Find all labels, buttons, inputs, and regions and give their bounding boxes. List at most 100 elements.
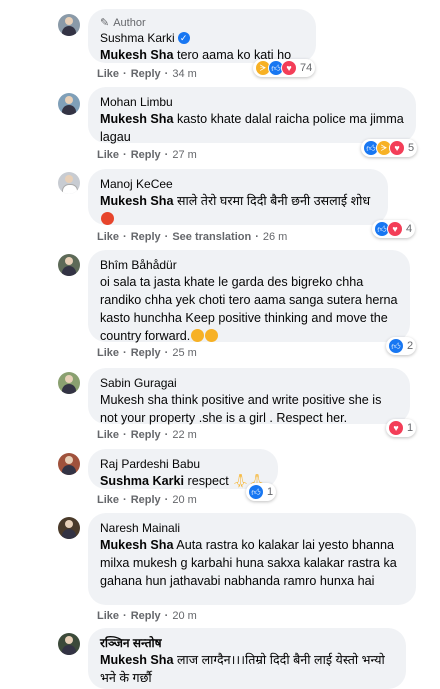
avatar[interactable] — [58, 93, 80, 115]
commenter-name-text[interactable]: Sabin Guragai — [100, 375, 177, 391]
avatar[interactable] — [58, 254, 80, 276]
avatar[interactable] — [58, 517, 80, 539]
commenter-name-text[interactable]: Naresh Mainali — [100, 520, 180, 536]
timestamp[interactable]: 34 m — [172, 68, 196, 80]
comment-text: Mukesh Sha लाज लाग्दैन।।।तिम्रो दिदी बैन… — [100, 651, 394, 687]
timestamp[interactable]: 26 m — [263, 231, 287, 243]
comment-text: Mukesh Sha Auta rastra ko kalakar lai ye… — [100, 536, 404, 590]
mention-link[interactable]: Mukesh Sha — [100, 538, 173, 552]
reaction-summary[interactable]: ♥ 1 — [386, 419, 417, 437]
comment-bubble: Manoj KeCee Mukesh Sha साले तेरो घरमा दि… — [88, 169, 388, 225]
comment-body: Mukesh sha think positive and write posi… — [100, 393, 382, 425]
mention-link[interactable]: Mukesh Sha — [100, 194, 173, 208]
comment-actions: Like · Reply · See translation · 26 m — [97, 231, 288, 243]
commenter-name[interactable]: Sabin Guragai — [100, 375, 398, 391]
comment-bubble: Sabin Guragai Mukesh sha think positive … — [88, 368, 410, 427]
avatar[interactable] — [58, 14, 80, 36]
commenter-name-text[interactable]: Raj Pardeshi Babu — [100, 456, 200, 472]
commenter-name[interactable]: Sushma Karki ✓ — [100, 30, 304, 46]
reply-button[interactable]: Reply — [131, 429, 161, 441]
angry-face-emoji — [101, 212, 114, 225]
comment-bubble: रञ्जिन सन्तोष Mukesh Sha लाज लाग्दैन।।।त… — [88, 628, 406, 689]
crying-face-emoji — [205, 329, 219, 342]
comment-body: oi sala ta jasta khate le garda des bigr… — [100, 275, 398, 343]
like-icon: 👍︎ — [388, 338, 404, 354]
mention-link[interactable]: Mukesh Sha — [100, 653, 173, 667]
avatar[interactable] — [58, 172, 80, 194]
reply-button[interactable]: Reply — [131, 68, 161, 80]
reaction-count: 1 — [407, 422, 414, 434]
comment-body: respect — [184, 474, 233, 488]
reply-button[interactable]: Reply — [131, 610, 161, 622]
reaction-summary[interactable]: ᗒ 👍︎ ♥ 74 — [253, 59, 316, 77]
comment-text: Mukesh sha think positive and write posi… — [100, 391, 398, 427]
commenter-name-text[interactable]: Sushma Karki — [100, 30, 175, 46]
comment-bubble: Bhîm Båhådür oi sala ta jasta khate le g… — [88, 250, 410, 345]
comment-actions: Like · Reply · 22 m — [97, 429, 197, 441]
comment-text: Mukesh Sha साले तेरो घरमा दिदी बैनी छनी … — [100, 192, 376, 228]
avatar[interactable] — [58, 633, 80, 655]
commenter-name[interactable]: रञ्जिन सन्तोष — [100, 635, 394, 651]
comment-actions: Like · Reply · 25 m — [97, 347, 197, 359]
commenter-name[interactable]: Naresh Mainali — [100, 520, 404, 536]
author-badge-label: Author — [113, 16, 146, 29]
love-icon: ♥ — [389, 140, 405, 156]
reaction-count: 2 — [407, 340, 414, 352]
mention-link[interactable]: Mukesh Sha — [100, 48, 173, 62]
timestamp[interactable]: 27 m — [172, 149, 196, 161]
reaction-count: 1 — [267, 486, 274, 498]
crying-face-emoji — [191, 329, 205, 342]
like-button[interactable]: Like — [97, 429, 119, 441]
timestamp[interactable]: 20 m — [172, 610, 196, 622]
comment-bubble: Mohan Limbu Mukesh Sha kasto khate dalal… — [88, 87, 416, 146]
reply-button[interactable]: Reply — [131, 231, 161, 243]
avatar[interactable] — [58, 453, 80, 475]
comment-text: oi sala ta jasta khate le garda des bigr… — [100, 273, 398, 345]
reaction-summary[interactable]: 👍︎ 2 — [386, 337, 417, 355]
comment-text: Mukesh Sha kasto khate dalal raicha poli… — [100, 110, 404, 146]
commenter-name[interactable]: Bhîm Båhådür — [100, 257, 398, 273]
reaction-count: 4 — [406, 223, 413, 235]
reaction-summary[interactable]: 👍︎ ᗒ ♥ 5 — [361, 139, 418, 157]
like-button[interactable]: Like — [97, 68, 119, 80]
pencil-icon: ✎ — [100, 17, 110, 29]
timestamp[interactable]: 25 m — [172, 347, 196, 359]
commenter-name-text[interactable]: Mohan Limbu — [100, 94, 173, 110]
love-icon: ♥ — [387, 221, 403, 237]
avatar[interactable] — [58, 372, 80, 394]
reply-button[interactable]: Reply — [131, 494, 161, 506]
comment-bubble: Raj Pardeshi Babu Sushma Karki respect 🙏… — [88, 449, 278, 489]
timestamp[interactable]: 22 m — [172, 429, 196, 441]
comment-actions: Like · Reply · 34 m — [97, 68, 197, 80]
timestamp[interactable]: 20 m — [172, 494, 196, 506]
comment-bubble: ✎ Author Sushma Karki ✓ Mukesh Sha tero … — [88, 9, 316, 63]
mention-link[interactable]: Mukesh Sha — [100, 112, 173, 126]
love-icon: ♥ — [388, 420, 404, 436]
like-button[interactable]: Like — [97, 610, 119, 622]
commenter-name[interactable]: Manoj KeCee — [100, 176, 376, 192]
verified-check-icon: ✓ — [177, 32, 190, 44]
comment-actions: Like · Reply · 20 m — [97, 610, 197, 622]
reaction-count: 74 — [300, 62, 313, 74]
reply-button[interactable]: Reply — [131, 347, 161, 359]
like-icon: 👍︎ — [248, 484, 264, 500]
author-badge: ✎ Author — [100, 16, 304, 30]
like-button[interactable]: Like — [97, 149, 119, 161]
reply-button[interactable]: Reply — [131, 149, 161, 161]
comment-body: साले तेरो घरमा दिदी बैनी छनी उसलाई शोध — [173, 194, 371, 208]
commenter-name[interactable]: Raj Pardeshi Babu — [100, 456, 266, 472]
love-icon: ♥ — [281, 60, 297, 76]
commenter-name[interactable]: Mohan Limbu — [100, 94, 404, 110]
comment-actions: Like · Reply · 27 m — [97, 149, 197, 161]
mention-link[interactable]: Sushma Karki — [100, 474, 184, 488]
reaction-summary[interactable]: 👍︎ ♥ 4 — [372, 220, 416, 238]
like-button[interactable]: Like — [97, 231, 119, 243]
see-translation-button[interactable]: See translation — [172, 231, 251, 243]
like-button[interactable]: Like — [97, 347, 119, 359]
commenter-name-text[interactable]: Bhîm Båhådür — [100, 257, 177, 273]
like-button[interactable]: Like — [97, 494, 119, 506]
reaction-count: 5 — [408, 142, 415, 154]
reaction-summary[interactable]: 👍︎ 1 — [246, 483, 277, 501]
commenter-name-text[interactable]: रञ्जिन सन्तोष — [100, 635, 162, 651]
commenter-name-text[interactable]: Manoj KeCee — [100, 176, 173, 192]
